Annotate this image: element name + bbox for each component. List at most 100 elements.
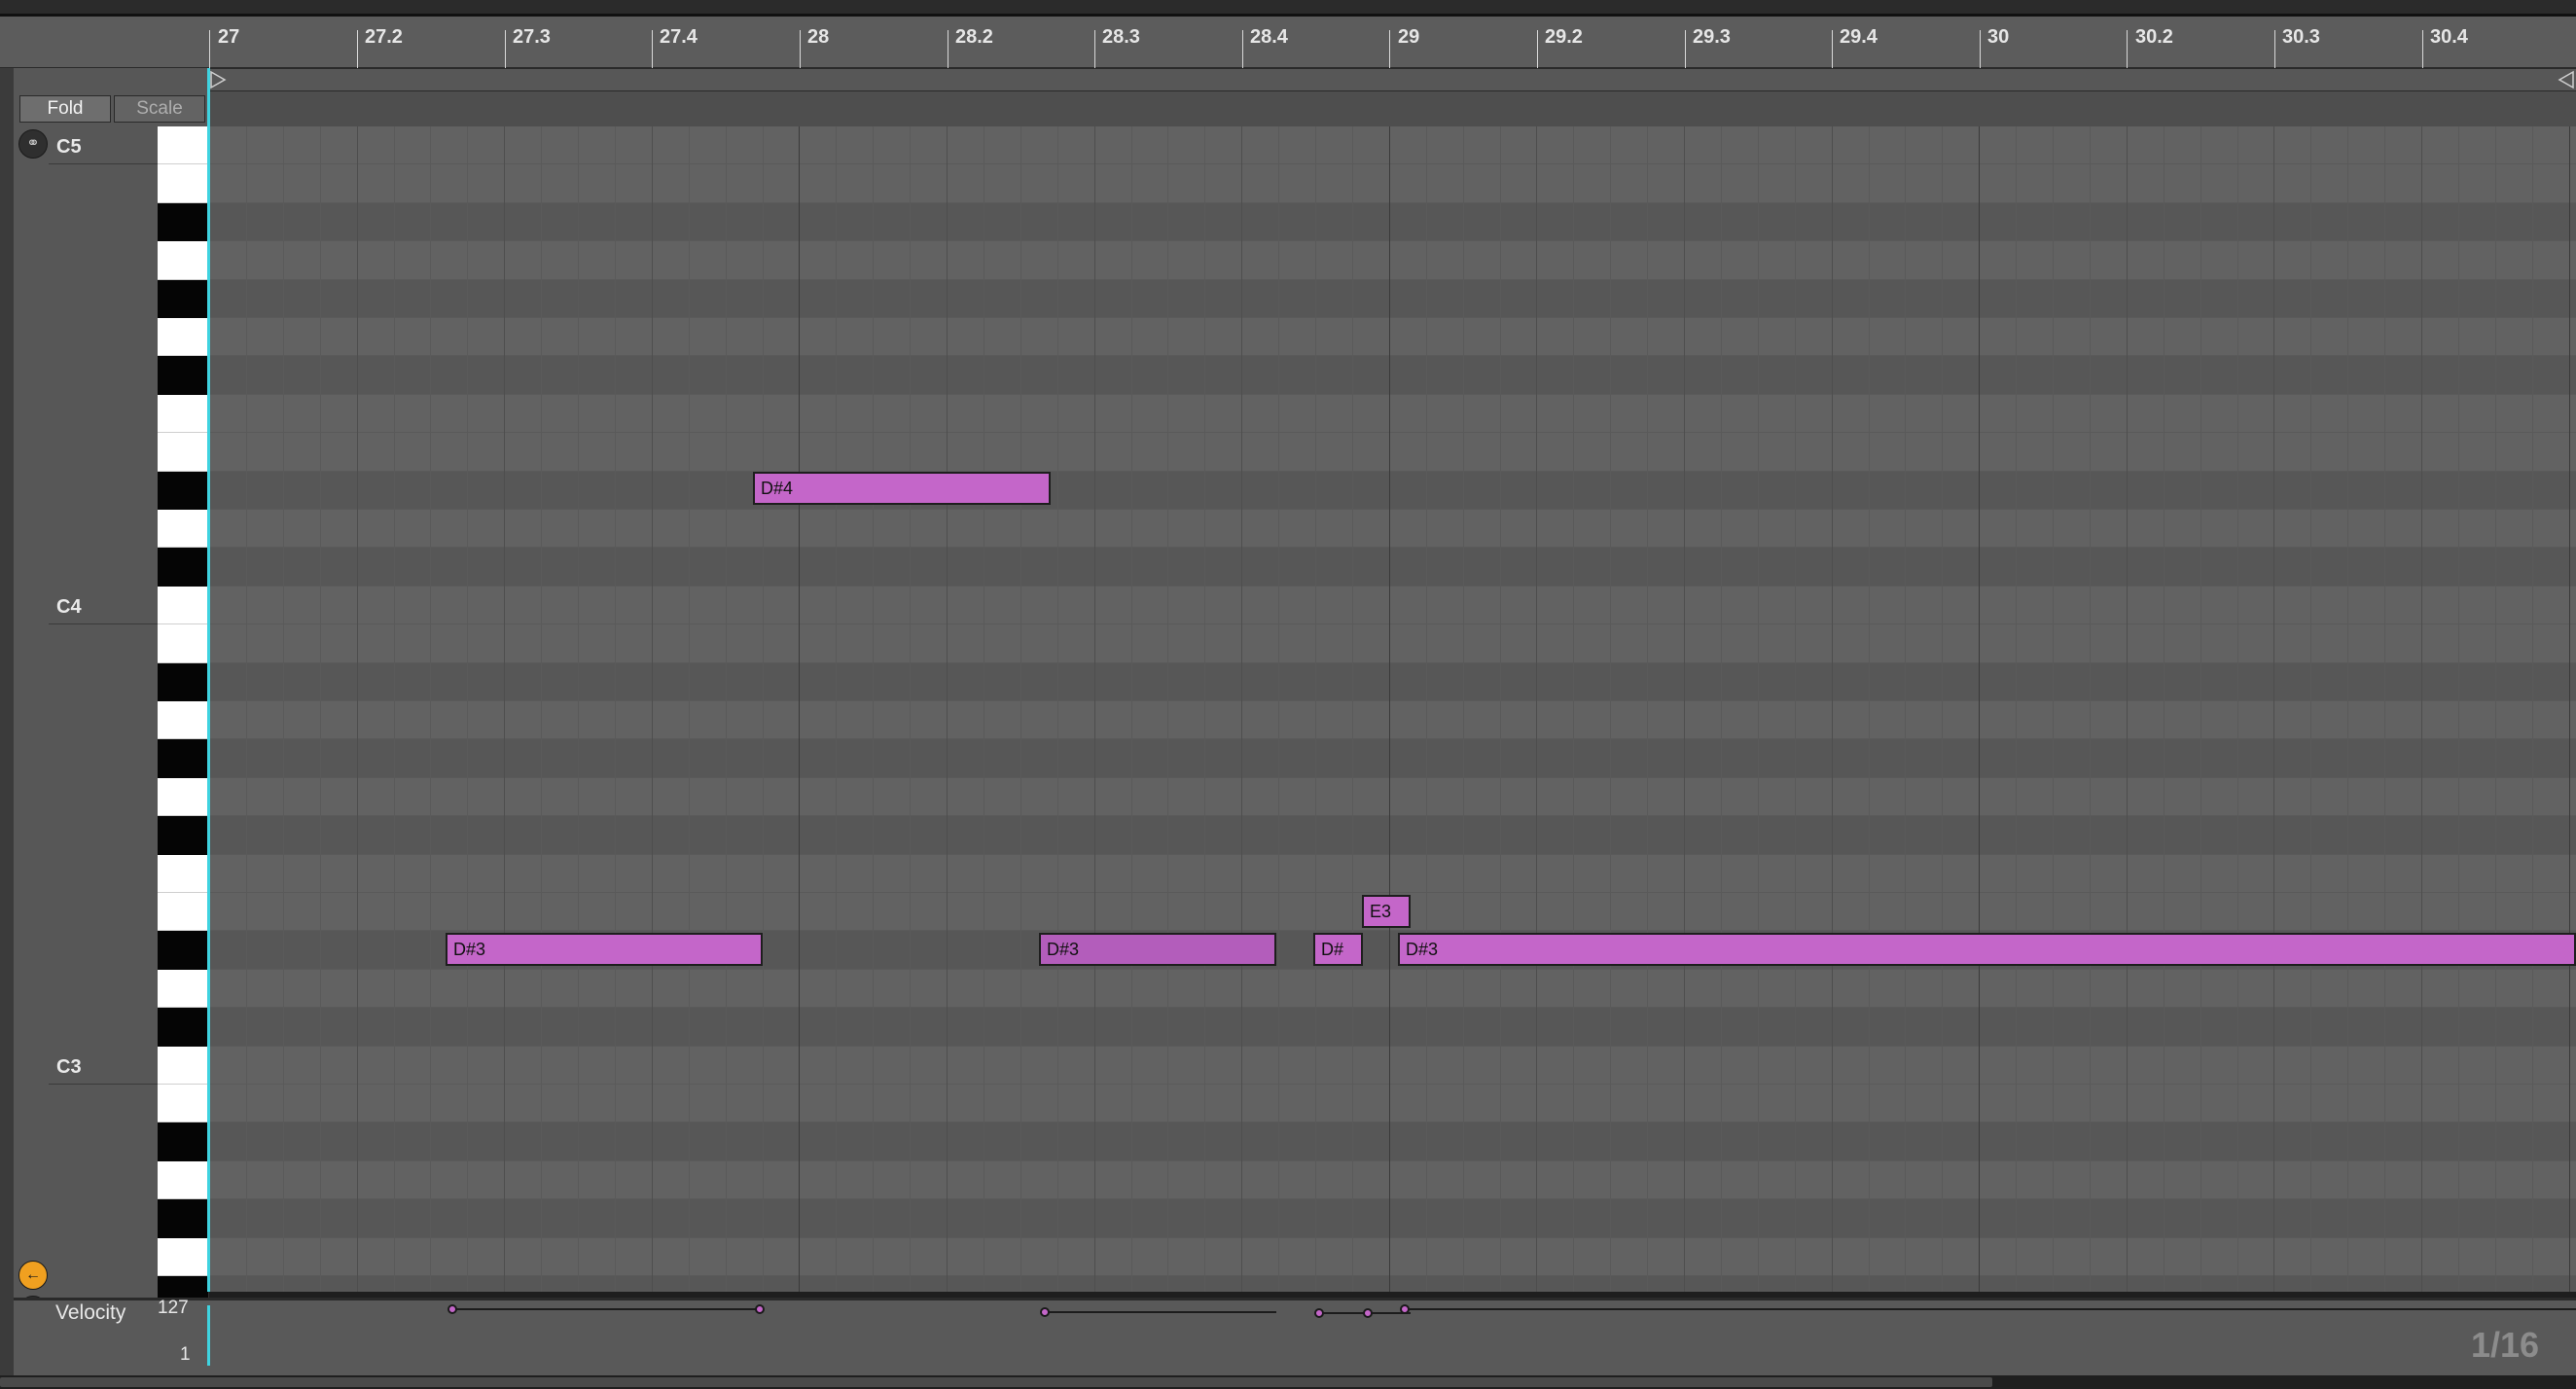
grid-line (1425, 126, 1427, 1292)
midi-note[interactable]: D#3 (446, 933, 763, 966)
piano-key-white[interactable] (158, 164, 208, 203)
grid-row (209, 854, 2576, 893)
piano-key-white[interactable] (158, 1085, 208, 1123)
piano-key-black[interactable] (158, 816, 208, 855)
piano-key-white[interactable] (158, 395, 208, 434)
piano-key-black[interactable] (158, 202, 208, 242)
left-strip (0, 68, 14, 1376)
grid-row (209, 510, 2576, 549)
grid-row (209, 164, 2576, 203)
piano-key-white[interactable] (158, 778, 208, 817)
loop-brace[interactable] (209, 68, 2576, 91)
grid-row (209, 777, 2576, 817)
scrollbar-thumb[interactable] (0, 1377, 1992, 1387)
arrow-back-icon[interactable]: ← (18, 1261, 48, 1290)
grid-line (1905, 126, 1907, 1292)
beat-ruler[interactable]: 27 27.2 27.3 27.4 28 28.2 28.3 28.4 29 2… (0, 17, 2576, 69)
piano-key-white[interactable] (158, 510, 208, 549)
grid-row (209, 1276, 2576, 1292)
grid-row (209, 624, 2576, 663)
ruler-label: 28 (807, 26, 830, 48)
piano-key-white[interactable] (158, 1161, 208, 1200)
ruler-tick (2422, 30, 2423, 69)
octave-divider (49, 163, 158, 164)
grid-line (947, 126, 948, 1292)
piano-key-white[interactable] (158, 970, 208, 1009)
grid-row (209, 701, 2576, 740)
piano-keyboard[interactable] (158, 126, 208, 1315)
grid-line (245, 126, 247, 1292)
piano-key-white[interactable] (158, 855, 208, 893)
headphones-icon[interactable]: ⚭ (18, 129, 48, 159)
grid-line (2273, 126, 2275, 1292)
ruler-tick (800, 30, 801, 69)
grid-line (1462, 126, 1464, 1292)
piano-key-white[interactable] (158, 433, 208, 472)
ruler-tick (505, 30, 506, 69)
grid-line (1130, 126, 1132, 1292)
midi-note[interactable]: E3 (1362, 895, 1411, 928)
octave-label-c5: C5 (56, 136, 82, 158)
grid-row (209, 1046, 2576, 1085)
note-grid[interactable] (209, 126, 2576, 1292)
grid-line (1536, 126, 1538, 1292)
velocity-handle[interactable] (1400, 1304, 1410, 1314)
fold-button[interactable]: Fold (19, 95, 111, 123)
grid-row (209, 816, 2576, 855)
ruler-label: 27.4 (660, 26, 698, 48)
midi-note[interactable]: D# (1313, 933, 1363, 966)
velocity-handle[interactable] (1040, 1306, 1050, 1317)
piano-key-black[interactable] (158, 739, 208, 778)
piano-key-black[interactable] (158, 1199, 208, 1238)
piano-key-black[interactable] (158, 548, 208, 587)
velocity-handle[interactable] (755, 1304, 765, 1314)
piano-key-white[interactable] (158, 587, 208, 625)
piano-key-white[interactable] (158, 624, 208, 663)
piano-key-white[interactable] (158, 318, 208, 357)
ruler-tick (1832, 30, 1833, 69)
piano-key-white[interactable] (158, 126, 208, 165)
ruler-label: 28.3 (1102, 26, 1140, 48)
piano-key-black[interactable] (158, 279, 208, 318)
grid-line (688, 126, 690, 1292)
grid-line (2053, 126, 2054, 1292)
grid-line (873, 126, 875, 1292)
piano-key-white[interactable] (158, 241, 208, 280)
piano-key-white[interactable] (158, 1047, 208, 1085)
piano-key-black[interactable] (158, 662, 208, 701)
piano-key-black[interactable] (158, 1122, 208, 1161)
insert-marker[interactable] (207, 68, 210, 1292)
grid-line (2089, 126, 2091, 1292)
ruler-tick (1537, 30, 1538, 69)
scale-button[interactable]: Scale (114, 95, 205, 123)
grid-line (1388, 126, 1390, 1292)
octave-label-c3: C3 (56, 1056, 82, 1078)
grid-line (2494, 126, 2496, 1292)
grid-line (2310, 126, 2312, 1292)
top-bar (0, 0, 2576, 17)
velocity-handle[interactable] (447, 1304, 457, 1314)
grid-line (651, 126, 653, 1292)
ruler-tick (2127, 30, 2128, 69)
piano-key-black[interactable] (158, 471, 208, 510)
piano-key-black[interactable] (158, 356, 208, 395)
midi-note[interactable]: D#3 (1039, 933, 1276, 966)
grid-line (1499, 126, 1501, 1292)
grid-line (1093, 126, 1095, 1292)
piano-key-black[interactable] (158, 1008, 208, 1047)
grid-line (2384, 126, 2386, 1292)
piano-key-black[interactable] (158, 931, 208, 970)
velocity-handle[interactable] (1363, 1307, 1373, 1318)
velocity-min-label: 1 (180, 1344, 191, 1365)
piano-key-white[interactable] (158, 1238, 208, 1276)
velocity-handle[interactable] (1314, 1307, 1324, 1318)
midi-note[interactable]: D#4 (753, 472, 1051, 505)
piano-key-white[interactable] (158, 893, 208, 932)
grid-line (467, 126, 469, 1292)
piano-key-white[interactable] (158, 701, 208, 740)
ruler-label: 29 (1398, 26, 1420, 48)
grid-line (762, 126, 764, 1292)
grid-line (1757, 126, 1759, 1292)
midi-note[interactable]: D#3 (1398, 933, 2576, 966)
grid-size-indicator[interactable]: 1/16 (2471, 1325, 2539, 1366)
